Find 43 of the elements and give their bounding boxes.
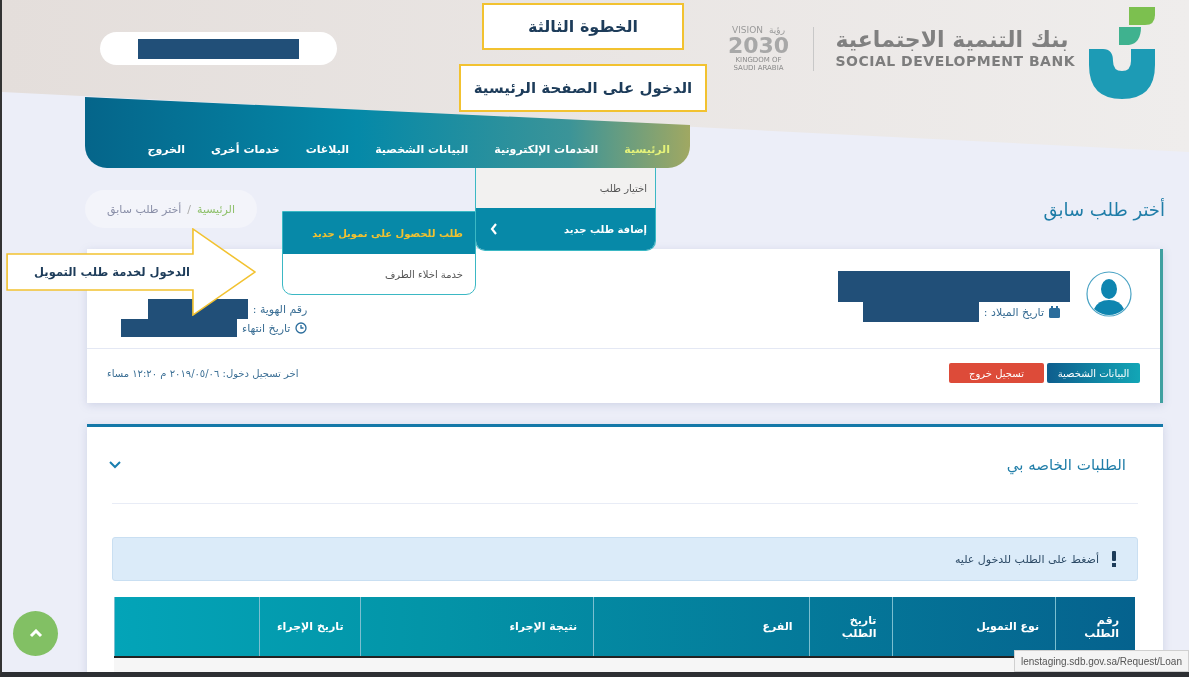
bank-logo-icon (1089, 4, 1155, 101)
vision-year: 2030 (727, 34, 790, 57)
callout-text: الدخول لخدمة طلب التمويل (34, 265, 190, 279)
page-title: أختر طلب سابق (1043, 198, 1165, 220)
logout-button[interactable]: تسجيل خروج (949, 363, 1044, 383)
nav-item[interactable]: الخدمات الإلكترونية (494, 143, 599, 156)
menu-item[interactable]: طلب للحصول على تمويل جديد (283, 212, 475, 254)
menu-item[interactable]: إضافة طلب جديد (476, 208, 655, 250)
breadcrumb-link[interactable]: أختر طلب سابق (107, 202, 182, 216)
column-header: نتيجة الإجراء (359, 597, 594, 656)
exclamation-icon (1111, 551, 1117, 567)
nav-item[interactable]: البيانات الشخصية (375, 143, 469, 156)
chevron-down-icon[interactable] (109, 461, 121, 469)
menu-item[interactable]: اختيار طلب (476, 168, 655, 208)
personal-data-button[interactable]: البيانات الشخصية (1047, 363, 1140, 383)
birth-date-label: تاريخ الميلاد : (983, 305, 1044, 319)
column-header: الفرع (593, 597, 809, 656)
chevron-up-icon (28, 629, 43, 638)
last-login-text: اخر تسجيل دخول: ٢٠١٩/٠٥/٠٦ م ١٢:٢٠ مساء (107, 367, 299, 379)
user-name-field[interactable] (100, 32, 337, 65)
chevron-left-icon (490, 223, 498, 235)
section-title: الطلبات الخاصه بي (1006, 456, 1126, 474)
breadcrumb-separator: / (187, 202, 192, 216)
column-header: تاريخ الطلب (808, 597, 893, 656)
callout-box: الدخول على الصفحة الرئيسية (459, 64, 707, 112)
column-header: تاريخ الإجراء (258, 597, 360, 656)
nav-item[interactable]: البلاغات (305, 143, 350, 156)
id-number-label: رقم الهوية : (252, 302, 308, 316)
bank-name-arabic: بنك التنمية الاجتماعية (835, 28, 1069, 53)
bank-name-english: SOCIAL DEVELOPMENT BANK (835, 52, 1075, 69)
callout-box: الخطوة الثالثة (482, 3, 684, 50)
menu-item[interactable]: خدمة اخلاء الطرف (283, 254, 475, 294)
nav-item[interactable]: الخروج (147, 143, 185, 156)
expiry-date-label: تاريخ انتهاء (242, 321, 291, 335)
nav-item[interactable]: خدمات أخرى (210, 143, 280, 156)
alert-text: أضغط على الطلب للدخول عليه (954, 552, 1099, 566)
clock-icon (295, 322, 308, 334)
nav-item[interactable]: الرئيسية (624, 143, 670, 156)
calendar-icon (1049, 306, 1060, 318)
vision-label-arabic: رؤية (769, 24, 786, 35)
status-url-tooltip: lenstaging.sdb.gov.sa/Request/Loan (1013, 650, 1189, 672)
avatar-icon (1086, 271, 1132, 317)
vision-label: VISION (732, 24, 763, 35)
